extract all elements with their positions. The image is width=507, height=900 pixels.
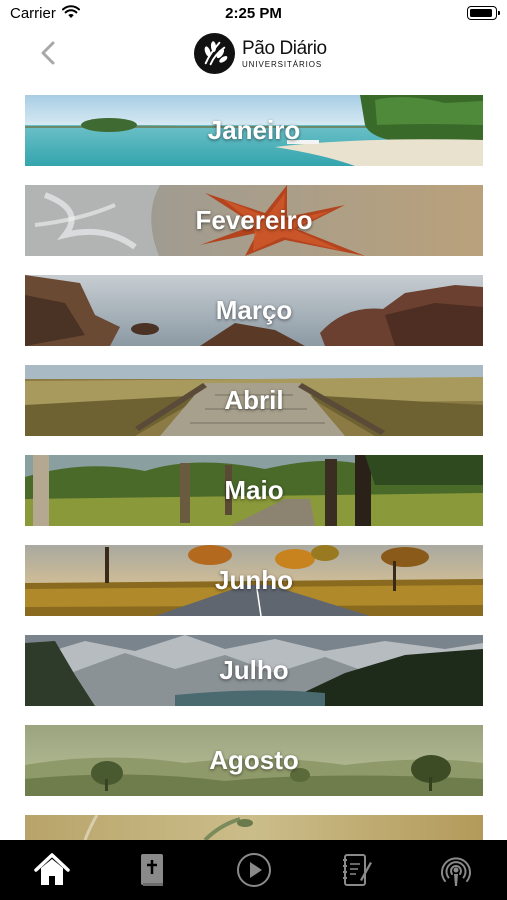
wheat-logo-icon (193, 32, 236, 75)
podcast-icon (441, 857, 471, 886)
month-card-marco[interactable]: Março (25, 275, 483, 346)
brand-title: Pão Diário (242, 37, 327, 59)
battery-icon (467, 6, 500, 20)
tab-bar (0, 840, 507, 900)
month-card-agosto[interactable]: Agosto (25, 725, 483, 796)
home-icon (34, 853, 70, 885)
month-label: Março (215, 295, 293, 325)
play-icon (237, 853, 271, 887)
app-header: Pão Diário UNIVERSITÁRIOS (0, 28, 507, 84)
month-label: Maio (224, 475, 284, 505)
back-button[interactable] (34, 38, 62, 68)
month-card-abril[interactable]: Abril (25, 365, 483, 436)
month-label (25, 815, 483, 840)
month-card-maio[interactable]: Maio (25, 455, 483, 526)
month-label: Janeiro (207, 115, 301, 145)
month-label: Fevereiro (195, 205, 313, 235)
notebook-icon (343, 854, 372, 886)
tab-home[interactable] (22, 840, 82, 900)
month-card-fevereiro[interactable]: Fevereiro (25, 185, 483, 256)
tab-notes[interactable] (326, 840, 386, 900)
month-card-julho[interactable]: Julho (25, 635, 483, 706)
month-card-setembro[interactable] (25, 815, 483, 840)
status-time: 2:25 PM (225, 5, 282, 22)
tab-play[interactable] (224, 840, 284, 900)
month-label: Junho (215, 565, 293, 595)
bible-icon (141, 854, 163, 886)
month-label: Abril (224, 385, 284, 415)
month-list: Janeiro Fevereiro Março Abril Maio Junho… (25, 95, 483, 840)
status-bar: Carrier 2:25 PM (0, 0, 507, 28)
brand-subtitle: UNIVERSITÁRIOS (242, 59, 323, 69)
month-label: Agosto (209, 745, 299, 775)
tab-podcast[interactable] (426, 840, 486, 900)
month-card-janeiro[interactable]: Janeiro (25, 95, 483, 166)
brand-logo: Pão Diário UNIVERSITÁRIOS (193, 32, 327, 75)
tab-bible[interactable] (122, 840, 182, 900)
month-card-junho[interactable]: Junho (25, 545, 483, 616)
month-label: Julho (219, 655, 289, 685)
